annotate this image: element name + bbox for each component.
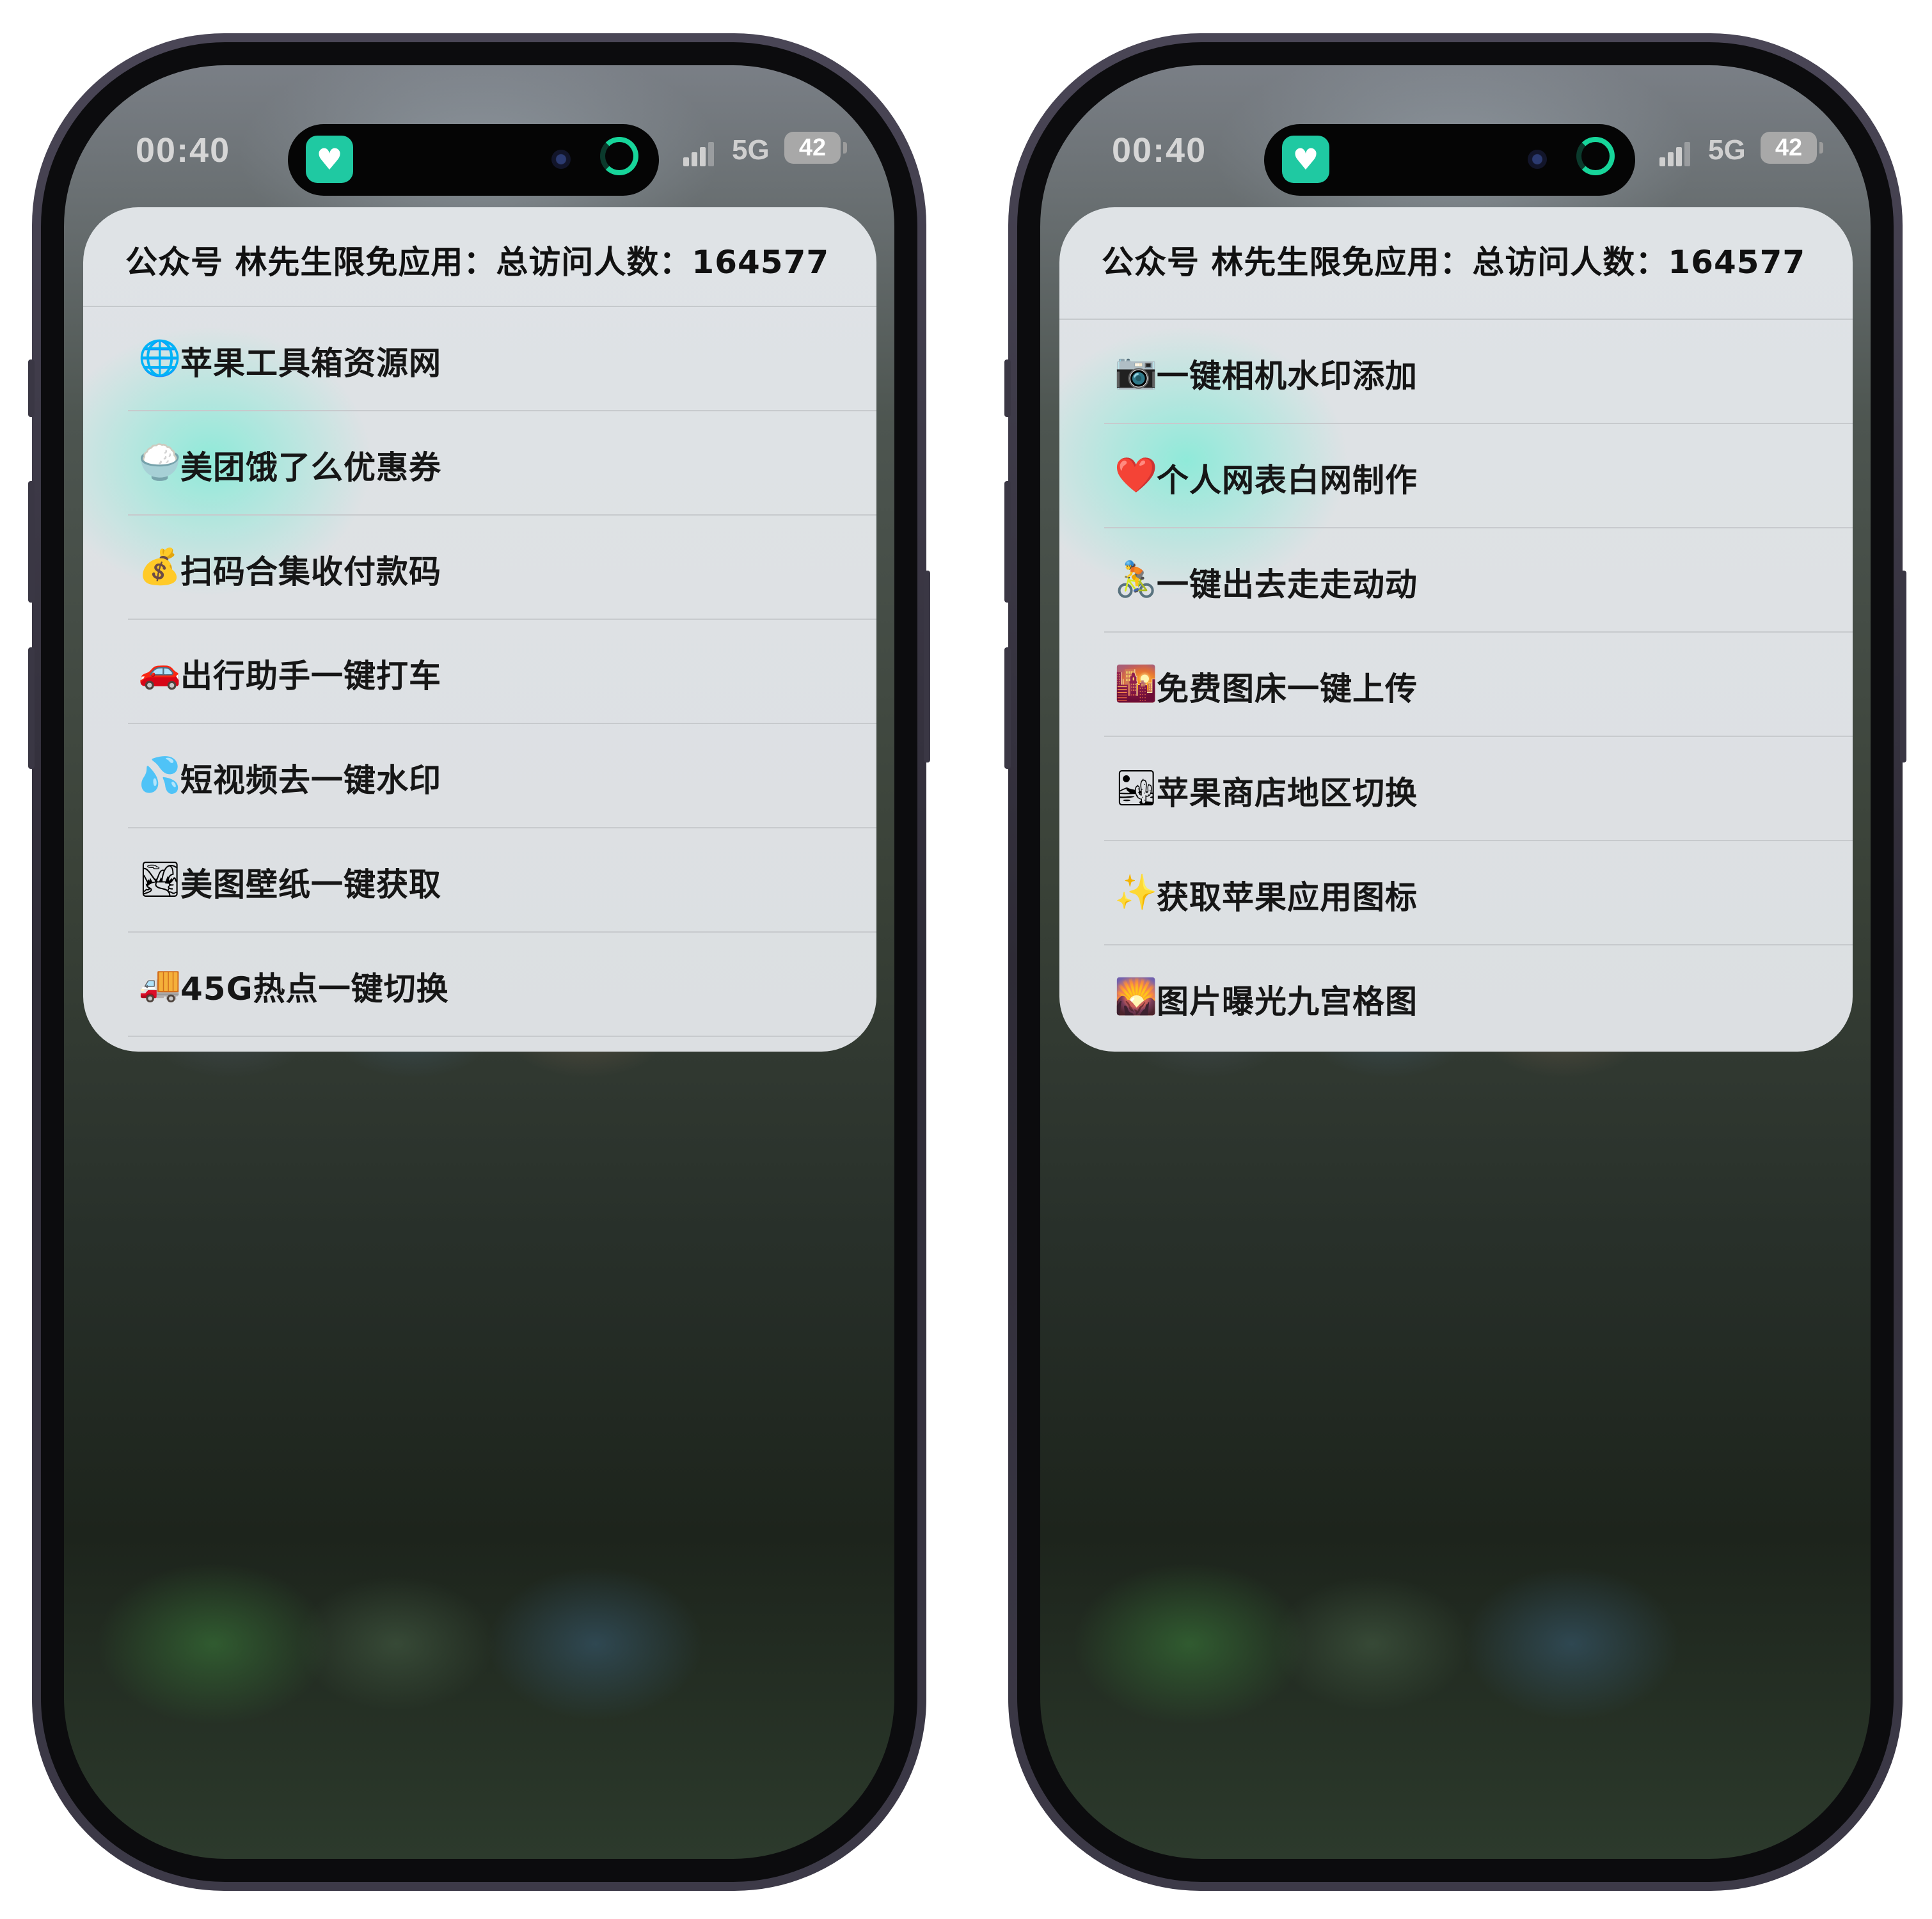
shortcuts-widget: 公众号 林先生限免应用：总访问人数：164577 📷 一键相机水印添加 ❤️ 个人网… [1059,207,1853,1052]
phone-right: 00:40 ♥ 5G 42 公众号 林先生限免应用：总访问人数：164577 📷… [1004,33,1906,1891]
cyclist-icon: 🚴 [1114,559,1158,599]
shortcut-label: 45G热点一键切换 [180,970,449,1007]
shortcut-label: 图片曝光九宫格图 [1157,983,1418,1020]
heart-app-icon[interactable]: ♥ [1282,136,1329,183]
signal-icon [683,142,717,166]
widget-title: 公众号 林先生限免应用：总访问人数：164577 [125,244,830,281]
shortcut-item[interactable]: 💰 扫码合集收付款码 [128,516,876,620]
rice-icon: 🍚 [138,442,182,482]
phone-left: 00:40 ♥ 5G 42 公众号 林先生限免应用：总访问人数：164577 🌐… [28,33,930,1891]
front-camera-icon [551,150,571,169]
status-bar: 00:40 ♥ 5G 42 [64,115,894,196]
volume-down-button[interactable] [28,647,35,769]
shortcut-item[interactable]: 🌄 图片曝光九宫格图 [1104,945,1853,1050]
shortcut-label: 苹果商店地区切换 [1157,775,1418,812]
shortcut-label: 一键出去走走动动 [1157,566,1418,603]
status-time: 00:40 [136,131,231,170]
shortcut-item[interactable]: 🏜 苹果商店地区切换 [1104,737,1853,841]
dynamic-island[interactable]: ♥ [1264,124,1635,196]
shortcut-item[interactable]: 🌐 苹果工具箱资源网 [128,307,876,411]
action-button[interactable] [28,359,35,417]
shortcut-item[interactable]: 🏞 美图壁纸一键获取 [128,828,876,933]
volume-down-button[interactable] [1004,647,1011,769]
heart-app-icon[interactable]: ♥ [306,136,353,183]
shortcut-label: 个人网表白网制作 [1157,462,1418,499]
shortcut-list: 🌐 苹果工具箱资源网 🍚 美团饿了么优惠券 💰 扫码合集收付款码 🚗 出行助手一键打车 … [128,307,876,1037]
shortcut-label: 苹果工具箱资源网 [180,345,441,382]
volume-up-button[interactable] [1004,481,1011,603]
home-screen: 00:40 ♥ 5G 42 公众号 林先生限免应用：总访问人数：164577 🌐… [64,65,894,1859]
widget-title: 公众号 林先生限免应用：总访问人数：164577 [1102,244,1806,281]
status-time: 00:40 [1112,131,1207,170]
shortcut-label: 出行助手一键打车 [180,658,441,695]
shortcut-item[interactable]: ✨ 获取苹果应用图标 [1104,841,1853,945]
shortcuts-widget: 公众号 林先生限免应用：总访问人数：164577 🌐 苹果工具箱资源网 🍚 美团饿了… [83,207,876,1052]
shortcut-item[interactable]: 💦 短视频去一键水印 [128,724,876,828]
activity-ring-icon [600,137,638,175]
desert-icon: 🏜 [1114,768,1159,808]
battery-icon: 42 [1761,132,1817,164]
network-label: 5G [732,134,770,166]
shortcut-label: 一键相机水印添加 [1157,358,1418,395]
side-button[interactable] [1900,571,1906,762]
shortcut-item[interactable]: 🌇 免费图床一键上传 [1104,633,1853,737]
network-label: 5G [1708,134,1746,166]
front-camera-icon [1528,150,1547,169]
camera-icon: 📷 [1114,351,1158,391]
action-button[interactable] [1004,359,1011,417]
shortcut-label: 短视频去一键水印 [180,762,441,799]
volume-up-button[interactable] [28,481,35,603]
status-bar: 00:40 ♥ 5G 42 [1040,115,1871,196]
money-bag-icon: 💰 [138,546,182,587]
battery-tip [1819,142,1823,154]
shortcut-label: 美团饿了么优惠券 [180,449,441,486]
heart-icon: ❤️ [1114,455,1158,495]
sunrise-icon: 🌄 [1114,976,1158,1016]
battery-icon: 42 [784,132,841,164]
landscape-icon: 🏞 [138,859,182,899]
shortcut-item[interactable]: 🚴 一键出去走走动动 [1104,528,1853,633]
shortcut-list: 📷 一键相机水印添加 ❤️ 个人网表白网制作 🚴 一键出去走走动动 🌇 免费图床一键上传… [1104,320,1853,1050]
shortcut-label: 扫码合集收付款码 [180,553,441,590]
activity-ring-icon [1576,137,1615,175]
signal-icon [1659,142,1693,166]
droplets-icon: 💦 [138,755,182,795]
bezel: 00:40 ♥ 5G 42 公众号 林先生限免应用：总访问人数：164577 📷… [1017,42,1894,1882]
home-screen: 00:40 ♥ 5G 42 公众号 林先生限免应用：总访问人数：164577 📷… [1040,65,1871,1859]
shortcut-item[interactable]: 🚚 45G热点一键切换 [128,933,876,1037]
shortcut-label: 获取苹果应用图标 [1157,879,1418,916]
bezel: 00:40 ♥ 5G 42 公众号 林先生限免应用：总访问人数：164577 🌐… [41,42,917,1882]
side-button[interactable] [924,571,930,762]
dynamic-island[interactable]: ♥ [288,124,659,196]
globe-icon: 🌐 [138,338,182,378]
truck-icon: 🚚 [138,963,182,1004]
shortcut-item[interactable]: 🚗 出行助手一键打车 [128,620,876,724]
city-sunset-icon: 🌇 [1114,663,1158,704]
battery-tip [843,142,847,154]
shortcut-item[interactable]: ❤️ 个人网表白网制作 [1104,424,1853,528]
sparkle-icon: ✨ [1114,872,1158,912]
shortcut-label: 免费图床一键上传 [1157,670,1418,707]
shortcut-label: 美图壁纸一键获取 [180,866,441,903]
shortcut-item[interactable]: 🍚 美团饿了么优惠券 [128,411,876,516]
car-icon: 🚗 [138,651,182,691]
shortcut-item[interactable]: 📷 一键相机水印添加 [1104,320,1853,424]
